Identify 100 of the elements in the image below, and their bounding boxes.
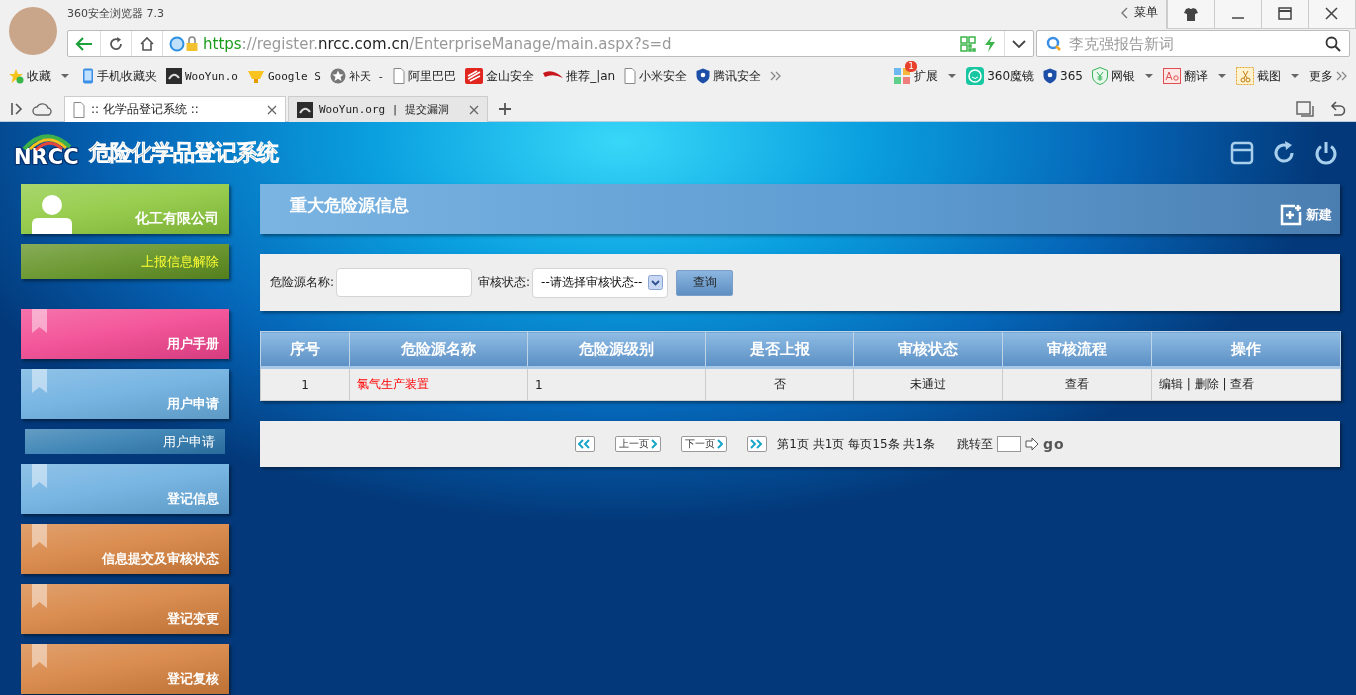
bookmark-link[interactable]: 手机收藏夹: [82, 67, 157, 85]
power-icon[interactable]: [1314, 141, 1338, 165]
bookmark-ribbon-icon: [32, 369, 47, 393]
globe-icon: [169, 35, 185, 52]
bookmark-link[interactable]: Google S: [247, 68, 321, 84]
double-chevron-icon: [1336, 70, 1348, 82]
column-header: 操作: [1151, 331, 1341, 368]
company-tile: 化工有限公司: [21, 184, 229, 234]
go-link[interactable]: go: [1043, 436, 1065, 452]
reload-icon[interactable]: [108, 35, 124, 52]
window-list-icon[interactable]: [1296, 101, 1314, 117]
browser-title: 360安全浏览器 7.3: [67, 6, 165, 21]
bookmark-link[interactable]: 补天 -: [329, 68, 385, 84]
first-page-button[interactable]: [575, 436, 596, 452]
toolbar-button[interactable]: 截图: [1236, 67, 1281, 85]
undo-icon[interactable]: [1330, 101, 1346, 117]
home-icon[interactable]: [139, 35, 155, 52]
table-cell: 1: [260, 367, 350, 401]
scissors-icon: [1236, 67, 1254, 85]
column-header: 是否上报: [705, 331, 854, 368]
bookmark-link[interactable]: 金山安全: [465, 67, 535, 85]
panel-header: 重大危险源信息 新建: [260, 184, 1340, 234]
action-link[interactable]: 编辑: [1159, 377, 1183, 391]
bookmark-ribbon-icon: [32, 524, 47, 548]
column-header: 危险源名称: [349, 331, 528, 368]
star-icon: [8, 68, 24, 84]
toolbar-button[interactable]: 365: [1043, 68, 1083, 84]
column-header: 审核状态: [853, 331, 1003, 368]
bookmark-link[interactable]: 推荐_|an: [543, 67, 616, 85]
column-header: 危险源级别: [527, 331, 706, 368]
lock-icon: [185, 35, 199, 52]
search-field[interactable]: 李克强报告新词: [1036, 30, 1350, 57]
bookmark-ribbon-icon: [32, 644, 47, 668]
field-label: 审核状态:: [478, 274, 531, 291]
site-logo-icon: [297, 101, 313, 118]
shield-icon: [1043, 68, 1058, 84]
back-icon[interactable]: [75, 35, 93, 52]
last-page-button[interactable]: [747, 436, 768, 452]
bookmark-link[interactable]: 小米安全: [624, 67, 688, 85]
view-link[interactable]: 查看: [1002, 367, 1152, 401]
search-icon[interactable]: [1325, 35, 1341, 52]
page-input[interactable]: [997, 436, 1021, 452]
cup-icon: [247, 68, 265, 84]
arrow-right-icon[interactable]: [1025, 437, 1039, 451]
status-dropdown[interactable]: --请选择审核状态--: [532, 267, 669, 298]
menu-tile[interactable]: 上报信息解除: [21, 244, 229, 279]
browser-tab[interactable]: WooYun.org | 提交漏洞: [288, 96, 488, 122]
add-document-icon: [1280, 204, 1302, 226]
window-icon[interactable]: [1230, 141, 1254, 165]
next-page-button[interactable]: 下一页: [681, 436, 728, 452]
letters-icon: [1163, 68, 1181, 84]
separator-text: |: [1185, 377, 1192, 391]
page-info: 第1页 共1页 每页15条 共1条: [777, 435, 935, 453]
new-button[interactable]: 新建: [1280, 204, 1332, 226]
name-input[interactable]: [336, 268, 473, 297]
table-cell: 未通过: [853, 367, 1003, 401]
grid-icon: [893, 67, 912, 85]
toolbar-button[interactable]: 网银: [1092, 67, 1135, 85]
chevron-right-icon: [717, 439, 724, 449]
action-link[interactable]: 查看: [1230, 377, 1255, 391]
lightning-icon[interactable]: [984, 35, 996, 52]
bookmark-link[interactable]: 腾讯安全: [696, 67, 762, 85]
toolbar-button[interactable]: 翻译: [1163, 67, 1208, 85]
refresh-icon[interactable]: [1272, 141, 1296, 165]
bookmark-link[interactable]: 阿里巴巴: [393, 67, 457, 85]
bookmark-link[interactable]: WooYun.o: [166, 68, 238, 84]
chevron-right-icon: [651, 439, 658, 449]
search-engine-icon: [1045, 35, 1063, 52]
page-icon: [624, 68, 637, 84]
prev-page-button[interactable]: 上一页: [615, 436, 662, 452]
notification-badge: 1: [905, 61, 917, 72]
nrcc-logo: NRCC: [14, 137, 79, 169]
query-button[interactable]: 查询: [676, 269, 734, 296]
menu-link[interactable]: 菜单: [1134, 4, 1158, 21]
menu-tile[interactable]: 用户手册: [21, 309, 229, 359]
search-input[interactable]: 李克强报告新词: [1067, 33, 1321, 54]
bookmark-ribbon-icon: [32, 309, 47, 333]
phone-icon: [82, 68, 94, 84]
double-chevron-left-icon: [578, 439, 593, 449]
page-icon: [393, 68, 406, 84]
action-link[interactable]: 删除: [1194, 377, 1219, 391]
close-icon[interactable]: [469, 104, 479, 115]
plus-icon[interactable]: [498, 102, 512, 116]
toolbar-button[interactable]: 更多: [1309, 67, 1348, 85]
bookmark-link[interactable]: 收藏: [8, 67, 51, 85]
chevron-left-icon[interactable]: [1120, 6, 1128, 19]
table-cell: 否: [705, 367, 854, 401]
bookmark-ribbon-icon: [32, 464, 47, 488]
cloud-icon[interactable]: [32, 102, 52, 116]
close-icon[interactable]: [267, 104, 277, 115]
system-title: 危险化学品登记系统: [88, 139, 278, 167]
page-icon: [73, 101, 85, 118]
stripes-logo-icon: [465, 68, 484, 84]
submenu-item[interactable]: 用户申请: [25, 429, 225, 454]
browser-tab[interactable]: :: 化学品登记系统 ::: [64, 96, 286, 122]
chevron-down-icon[interactable]: [1012, 38, 1026, 49]
site-logo-icon: [166, 68, 182, 84]
sidebar-toggle-icon[interactable]: [10, 102, 24, 116]
column-header: 审核流程: [1002, 331, 1152, 368]
toolbar-button[interactable]: 360魔镜: [966, 67, 1035, 85]
